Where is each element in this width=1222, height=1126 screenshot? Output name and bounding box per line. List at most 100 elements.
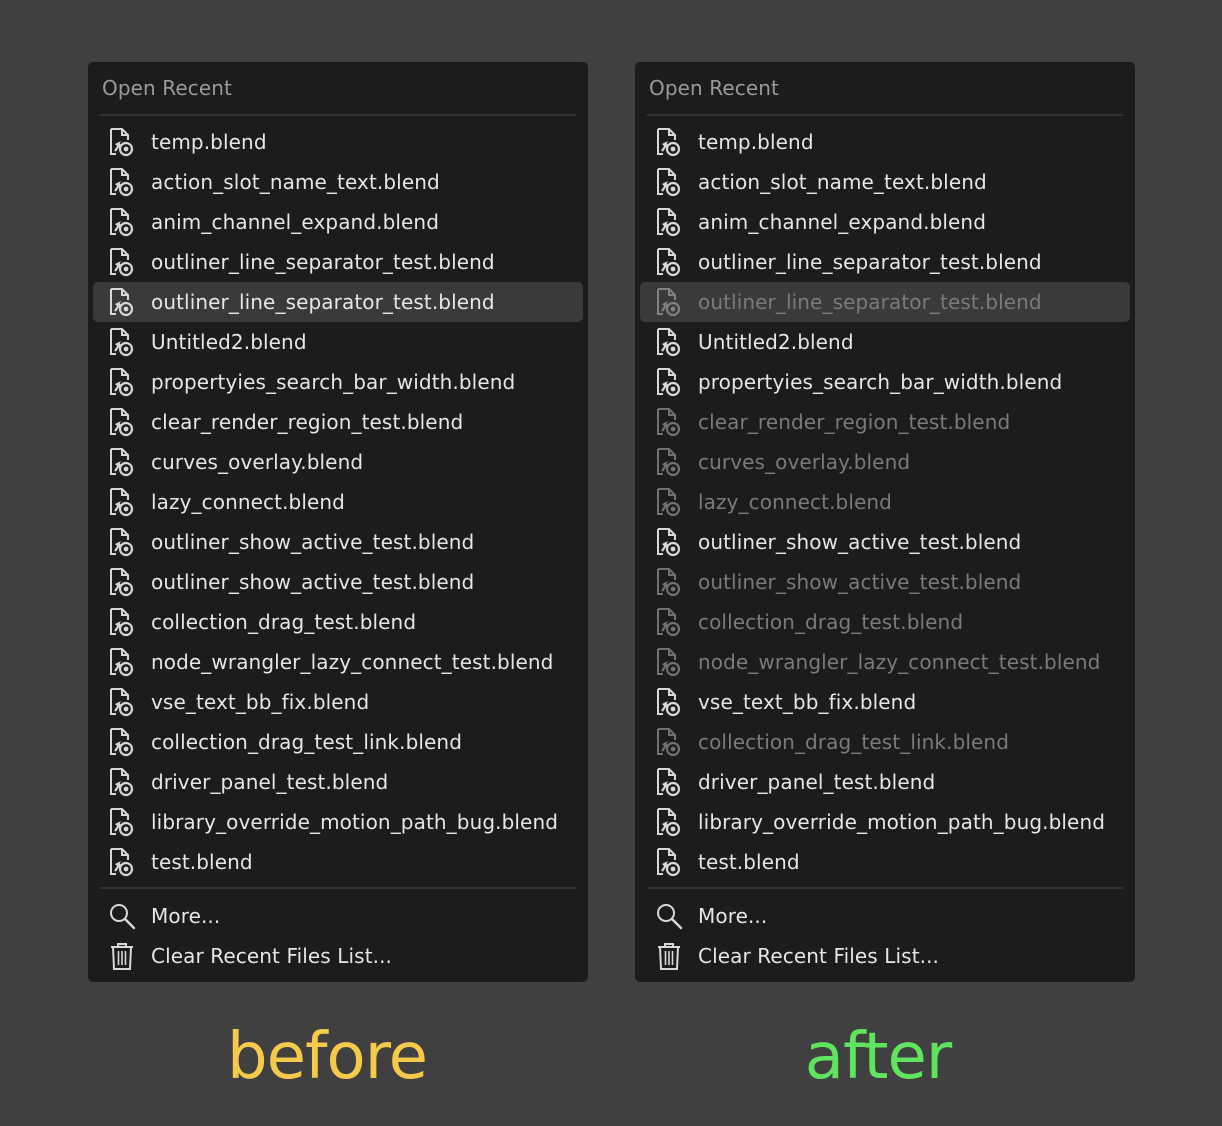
recent-file-item[interactable]: node_wrangler_lazy_connect_test.blend (93, 642, 583, 682)
blend-file-icon (107, 686, 137, 718)
item-label: action_slot_name_text.blend (698, 170, 987, 194)
item-label: vse_text_bb_fix.blend (698, 690, 917, 714)
trash-icon (107, 940, 137, 972)
recent-file-item[interactable]: lazy_connect.blend (640, 482, 1130, 522)
blend-file-icon (654, 446, 684, 478)
recent-file-item[interactable]: curves_overlay.blend (640, 442, 1130, 482)
item-label: propertyies_search_bar_width.blend (698, 370, 1063, 394)
menu-title: Open Recent (102, 76, 232, 100)
blend-file-icon (107, 126, 137, 158)
recent-file-item[interactable]: node_wrangler_lazy_connect_test.blend (640, 642, 1130, 682)
blend-file-icon (107, 766, 137, 798)
recent-file-item[interactable]: outliner_line_separator_test.blend (640, 282, 1130, 322)
item-label: collection_drag_test.blend (698, 610, 964, 634)
item-label: outliner_line_separator_test.blend (698, 250, 1042, 274)
recent-file-item[interactable]: temp.blend (93, 122, 583, 162)
item-label: node_wrangler_lazy_connect_test.blend (698, 650, 1101, 674)
menu-footer: More... Clear Recent Files List... (640, 896, 1130, 976)
recent-file-item[interactable]: action_slot_name_text.blend (93, 162, 583, 202)
blend-file-icon (107, 206, 137, 238)
recent-file-item[interactable]: outliner_line_separator_test.blend (93, 242, 583, 282)
item-label: outliner_show_active_test.blend (151, 570, 475, 594)
item-label: driver_panel_test.blend (151, 770, 389, 794)
open-recent-menu-after: Open Recent temp.blend action_slot_name_t… (635, 62, 1135, 982)
blend-file-icon (654, 286, 684, 318)
item-label: curves_overlay.blend (698, 450, 911, 474)
recent-file-item[interactable]: outliner_show_active_test.blend (93, 562, 583, 602)
item-label: test.blend (151, 850, 253, 874)
divider (647, 887, 1123, 889)
recent-file-item[interactable]: driver_panel_test.blend (93, 762, 583, 802)
item-label: propertyies_search_bar_width.blend (151, 370, 516, 394)
before-caption: before (227, 1020, 428, 1094)
recent-file-item[interactable]: outliner_line_separator_test.blend (640, 242, 1130, 282)
divider (647, 114, 1123, 116)
recent-file-item[interactable]: collection_drag_test.blend (640, 602, 1130, 642)
item-label: anim_channel_expand.blend (151, 210, 440, 234)
clear-recent-files-button[interactable]: Clear Recent Files List... (93, 936, 583, 976)
recent-file-item[interactable]: propertyies_search_bar_width.blend (640, 362, 1130, 402)
recent-files-list: temp.blend action_slot_name_text.blendani… (93, 122, 583, 882)
recent-file-item[interactable]: vse_text_bb_fix.blend (640, 682, 1130, 722)
blend-file-icon (654, 126, 684, 158)
recent-file-item[interactable]: Untitled2.blend (640, 322, 1130, 362)
item-label: outliner_show_active_test.blend (698, 530, 1022, 554)
after-caption: after (804, 1020, 952, 1094)
item-label: outliner_line_separator_test.blend (151, 250, 495, 274)
recent-file-item[interactable]: test.blend (640, 842, 1130, 882)
recent-file-item[interactable]: driver_panel_test.blend (640, 762, 1130, 802)
blend-file-icon (107, 646, 137, 678)
blend-file-icon (654, 766, 684, 798)
recent-file-item[interactable]: outliner_line_separator_test.blend (93, 282, 583, 322)
recent-file-item[interactable]: outliner_show_active_test.blend (93, 522, 583, 562)
recent-file-item[interactable]: clear_render_region_test.blend (93, 402, 583, 442)
blend-file-icon (107, 846, 137, 878)
recent-file-item[interactable]: test.blend (93, 842, 583, 882)
blend-file-icon (654, 366, 684, 398)
more-button[interactable]: More... (640, 896, 1130, 936)
item-label: outliner_line_separator_test.blend (698, 290, 1042, 314)
recent-file-item[interactable]: library_override_motion_path_bug.blend (93, 802, 583, 842)
recent-file-item[interactable]: clear_render_region_test.blend (640, 402, 1130, 442)
blend-file-icon (107, 366, 137, 398)
blend-file-icon (654, 486, 684, 518)
blend-file-icon (654, 686, 684, 718)
recent-file-item[interactable]: outliner_show_active_test.blend (640, 522, 1130, 562)
recent-file-item[interactable]: library_override_motion_path_bug.blend (640, 802, 1130, 842)
clear-recent-files-button[interactable]: Clear Recent Files List... (640, 936, 1130, 976)
item-label: curves_overlay.blend (151, 450, 364, 474)
recent-file-item[interactable]: outliner_show_active_test.blend (640, 562, 1130, 602)
recent-file-item[interactable]: temp.blend (640, 122, 1130, 162)
blend-file-icon (107, 606, 137, 638)
item-label: test.blend (698, 850, 800, 874)
recent-file-item[interactable]: lazy_connect.blend (93, 482, 583, 522)
search-icon (654, 900, 684, 932)
recent-file-item[interactable]: collection_drag_test_link.blend (93, 722, 583, 762)
recent-file-item[interactable]: collection_drag_test_link.blend (640, 722, 1130, 762)
recent-file-item[interactable]: curves_overlay.blend (93, 442, 583, 482)
more-button[interactable]: More... (93, 896, 583, 936)
recent-file-item[interactable]: action_slot_name_text.blend (640, 162, 1130, 202)
blend-file-icon (107, 526, 137, 558)
blend-file-icon (107, 566, 137, 598)
item-label: lazy_connect.blend (151, 490, 345, 514)
recent-file-item[interactable]: propertyies_search_bar_width.blend (93, 362, 583, 402)
item-label: vse_text_bb_fix.blend (151, 690, 370, 714)
recent-file-item[interactable]: anim_channel_expand.blend (93, 202, 583, 242)
recent-file-item[interactable]: Untitled2.blend (93, 322, 583, 362)
open-recent-menu-before: Open Recent temp.blend action_slot_name_t… (88, 62, 588, 982)
blend-file-icon (654, 406, 684, 438)
recent-file-item[interactable]: anim_channel_expand.blend (640, 202, 1130, 242)
blend-file-icon (654, 646, 684, 678)
item-label: outliner_line_separator_test.blend (151, 290, 495, 314)
item-label: outliner_show_active_test.blend (698, 570, 1022, 594)
recent-file-item[interactable]: vse_text_bb_fix.blend (93, 682, 583, 722)
item-label: library_override_motion_path_bug.blend (698, 810, 1106, 834)
blend-file-icon (654, 846, 684, 878)
blend-file-icon (107, 326, 137, 358)
recent-file-item[interactable]: collection_drag_test.blend (93, 602, 583, 642)
blend-file-icon (107, 246, 137, 278)
divider (100, 114, 576, 116)
item-label: node_wrangler_lazy_connect_test.blend (151, 650, 554, 674)
blend-file-icon (654, 726, 684, 758)
